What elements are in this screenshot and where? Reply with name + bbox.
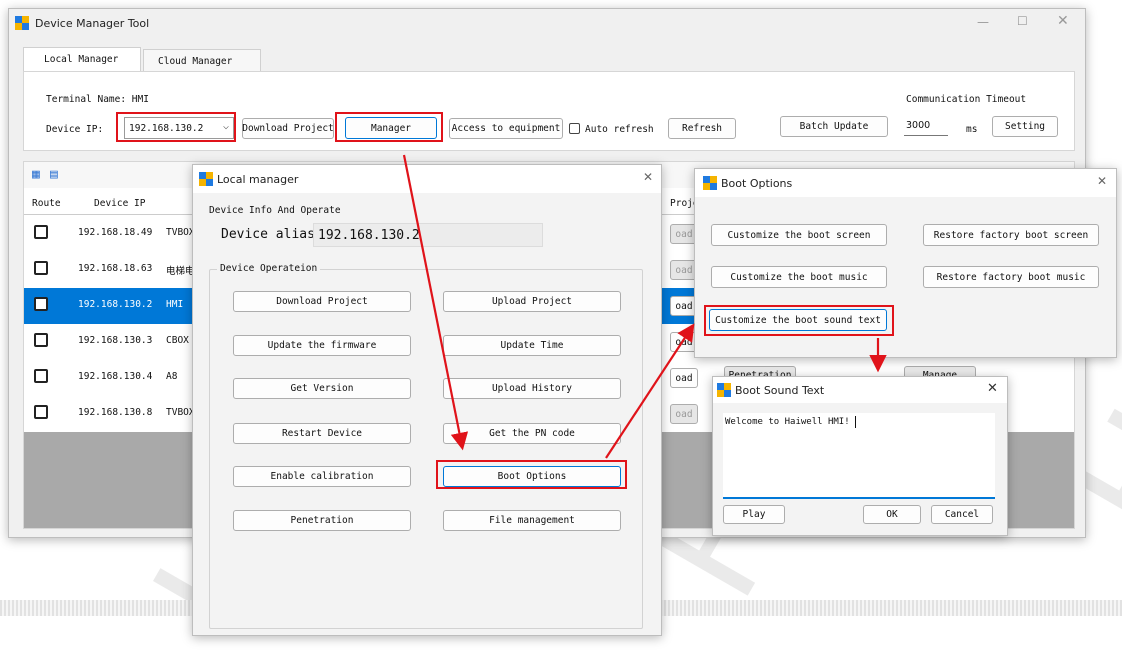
upload-history-button[interactable]: Upload History <box>443 378 621 399</box>
refresh-button[interactable]: Refresh <box>668 118 736 139</box>
tab-label: Cloud Manager <box>158 56 233 67</box>
restore-boot-music-button[interactable]: Restore factory boot music <box>923 266 1099 288</box>
comm-timeout-input[interactable]: 3000 <box>904 116 948 136</box>
row-name: A8 <box>166 371 178 382</box>
customize-boot-screen-button[interactable]: Customize the boot screen <box>711 224 887 246</box>
tab-local-manager[interactable]: Local Manager <box>23 47 141 71</box>
timeout-value: 3000 <box>906 120 931 131</box>
customize-boot-music-button[interactable]: Customize the boot music <box>711 266 887 288</box>
close-icon[interactable]: ✕ <box>987 381 998 396</box>
alias-value: 192.168.130.2 <box>318 228 420 243</box>
comm-timeout-label: Communication Timeout <box>906 94 1027 105</box>
batch-update-button[interactable]: Batch Update <box>780 116 888 137</box>
group-info-title: Device Info And Operate <box>209 205 341 216</box>
boot-sound-text-value: Welcome to Haiwell HMI! <box>725 417 850 427</box>
main-window-title: Device Manager Tool <box>35 17 150 30</box>
highlight-device-ip <box>116 112 236 142</box>
boot-options-titlebar: Boot Options ✕ <box>695 169 1116 197</box>
tab-cloud-manager[interactable]: Cloud Manager <box>143 49 261 71</box>
row-ip: 192.168.130.2 <box>78 299 153 310</box>
device-ops-group <box>209 269 643 629</box>
route-icon <box>34 297 48 311</box>
app-icon <box>199 172 213 186</box>
highlight-boot-sound-text <box>704 305 894 336</box>
row-name: CBOX <box>166 335 189 346</box>
auto-refresh-checkbox[interactable] <box>569 123 580 134</box>
text-caret <box>855 416 856 428</box>
terminal-name: Terminal Name: HMI <box>46 94 149 105</box>
close-icon[interactable]: ✕ <box>1097 174 1107 188</box>
local-manager-titlebar: Local manager ✕ <box>193 165 661 193</box>
row-download-button[interactable]: oad <box>670 404 698 424</box>
auto-refresh-label: Auto refresh <box>585 124 654 135</box>
minimize-icon[interactable]: — <box>977 15 989 29</box>
close-icon[interactable]: ✕ <box>1057 13 1069 29</box>
column-route[interactable]: Route <box>32 198 61 209</box>
app-icon <box>717 383 731 397</box>
route-icon <box>34 261 48 275</box>
row-name: TVBOX <box>166 407 195 418</box>
route-icon <box>34 225 48 239</box>
boot-sound-titlebar: Boot Sound Text ✕ <box>713 377 1007 403</box>
row-ip: 192.168.130.3 <box>78 335 153 346</box>
access-equipment-button[interactable]: Access to equipment <box>449 118 563 139</box>
app-icon <box>703 176 717 190</box>
upload-project-button[interactable]: Upload Project <box>443 291 621 312</box>
get-version-button[interactable]: Get Version <box>233 378 411 399</box>
row-ip: 192.168.130.4 <box>78 371 153 382</box>
enable-calibration-button[interactable]: Enable calibration <box>233 466 411 487</box>
timeout-unit: ms <box>966 124 978 135</box>
file-management-button[interactable]: File management <box>443 510 621 531</box>
details-view-icon[interactable]: ▦ <box>32 167 40 182</box>
update-firmware-button[interactable]: Update the firmware <box>233 335 411 356</box>
download-project-button[interactable]: Download Project <box>233 291 411 312</box>
row-name: 电梯电 <box>166 266 195 277</box>
play-button[interactable]: Play <box>723 505 785 524</box>
row-name: HMI <box>166 299 184 310</box>
route-icon <box>34 333 48 347</box>
route-icon <box>34 369 48 383</box>
penetration-button[interactable]: Penetration <box>233 510 411 531</box>
main-titlebar: Device Manager Tool — ☐ ✕ <box>9 9 1085 37</box>
boot-sound-textarea[interactable]: Welcome to Haiwell HMI! <box>723 413 995 499</box>
row-name: TVBOX <box>166 227 195 238</box>
column-device-ip[interactable]: Device IP <box>94 198 145 209</box>
update-time-button[interactable]: Update Time <box>443 335 621 356</box>
local-manager-dialog: Local manager ✕ Device Info And Operate … <box>192 164 662 636</box>
boot-options-title: Boot Options <box>721 177 793 190</box>
local-manager-title: Local manager <box>217 173 299 186</box>
alias-row: Device alias 192.168.130.2 <box>219 223 543 247</box>
restore-boot-screen-button[interactable]: Restore factory boot screen <box>923 224 1099 246</box>
setting-button[interactable]: Setting <box>992 116 1058 137</box>
row-ip: 192.168.130.8 <box>78 407 153 418</box>
device-ip-label: Device IP: <box>46 124 104 135</box>
route-icon <box>34 405 48 419</box>
alias-input[interactable]: 192.168.130.2 <box>313 223 543 247</box>
download-project-button[interactable]: Download Project <box>242 118 334 139</box>
grid-view-icon[interactable]: ▤ <box>50 167 58 182</box>
get-pn-code-button[interactable]: Get the PN code <box>443 423 621 444</box>
highlight-boot-options <box>436 460 627 489</box>
alias-label: Device alias <box>221 227 315 242</box>
tab-label: Local Manager <box>44 54 119 65</box>
boot-sound-text-dialog: Boot Sound Text ✕ Welcome to Haiwell HMI… <box>712 376 1008 536</box>
maximize-icon[interactable]: ☐ <box>1017 14 1028 28</box>
restart-device-button[interactable]: Restart Device <box>233 423 411 444</box>
cancel-button[interactable]: Cancel <box>931 505 993 524</box>
row-ip: 192.168.18.49 <box>78 227 153 238</box>
ok-button[interactable]: OK <box>863 505 921 524</box>
app-icon <box>15 16 29 30</box>
close-icon[interactable]: ✕ <box>643 170 653 184</box>
boot-sound-title: Boot Sound Text <box>735 384 825 397</box>
row-ip: 192.168.18.63 <box>78 263 153 274</box>
group-ops-title: Device Operateion <box>217 263 321 274</box>
row-download-button[interactable]: oad <box>670 368 698 388</box>
highlight-manager <box>335 112 443 142</box>
